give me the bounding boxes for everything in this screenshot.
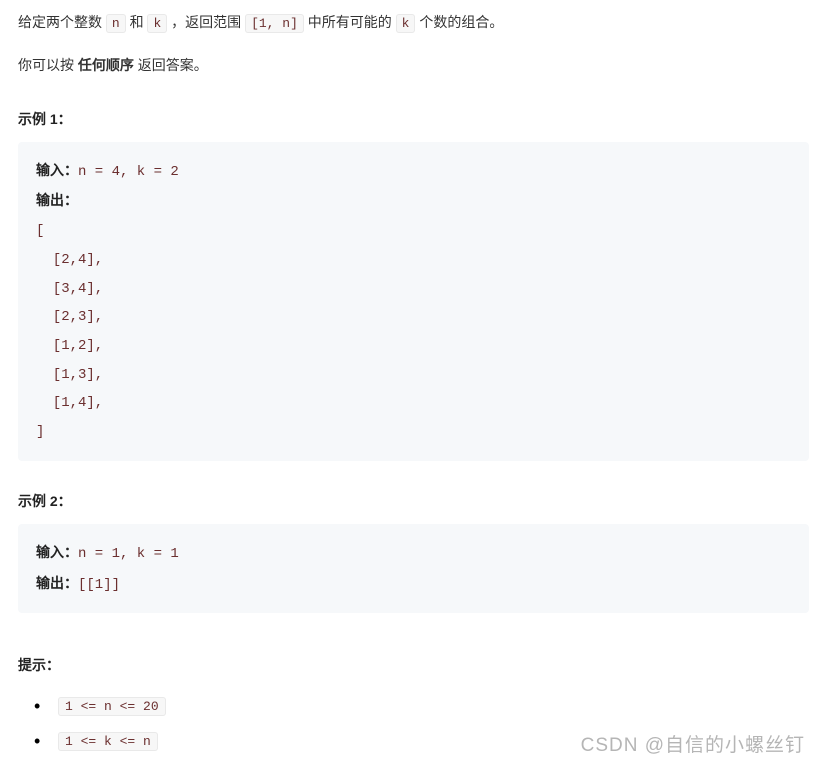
code-n: n [106, 14, 126, 33]
text: 和 [126, 14, 148, 30]
example-1-title: 示例 1： [18, 107, 809, 132]
hints-list: 1 <= n <= 20 1 <= k <= n [18, 690, 809, 757]
output-label: 输出： [36, 192, 78, 208]
text: 给定两个整数 [18, 14, 106, 30]
input-value: n = 4, k = 2 [78, 164, 179, 180]
code-k: k [147, 14, 167, 33]
example-2-title: 示例 2： [18, 489, 809, 514]
hints-title: 提示： [18, 653, 809, 678]
code-k2: k [396, 14, 416, 33]
text: 返回答案。 [134, 57, 208, 73]
constraint-2: 1 <= k <= n [58, 732, 158, 751]
example-1-block: 输入：n = 4, k = 2 输出： [ [2,4], [3,4], [2,3… [18, 142, 809, 461]
bold-any-order: 任何顺序 [78, 57, 134, 73]
text: 个数的组合。 [415, 14, 503, 30]
output-value: [ [2,4], [3,4], [2,3], [1,2], [1,3], [1,… [36, 223, 103, 440]
list-item: 1 <= n <= 20 [58, 690, 809, 722]
problem-statement-2: 你可以按 任何顺序 返回答案。 [18, 53, 809, 78]
text: ，返回范围 [167, 14, 245, 30]
constraint-1: 1 <= n <= 20 [58, 697, 166, 716]
problem-statement-1: 给定两个整数 n 和 k ，返回范围 [1, n] 中所有可能的 k 个数的组合… [18, 10, 809, 35]
output-value: [[1]] [78, 577, 120, 593]
list-item: 1 <= k <= n [58, 725, 809, 757]
code-range: [1, n] [245, 14, 304, 33]
output-label: 输出： [36, 575, 78, 591]
input-label: 输入： [36, 162, 78, 178]
text: 中所有可能的 [304, 14, 396, 30]
input-value: n = 1, k = 1 [78, 546, 179, 562]
input-label: 输入： [36, 544, 78, 560]
example-2-block: 输入：n = 1, k = 1 输出：[[1]] [18, 524, 809, 613]
text: 你可以按 [18, 57, 78, 73]
